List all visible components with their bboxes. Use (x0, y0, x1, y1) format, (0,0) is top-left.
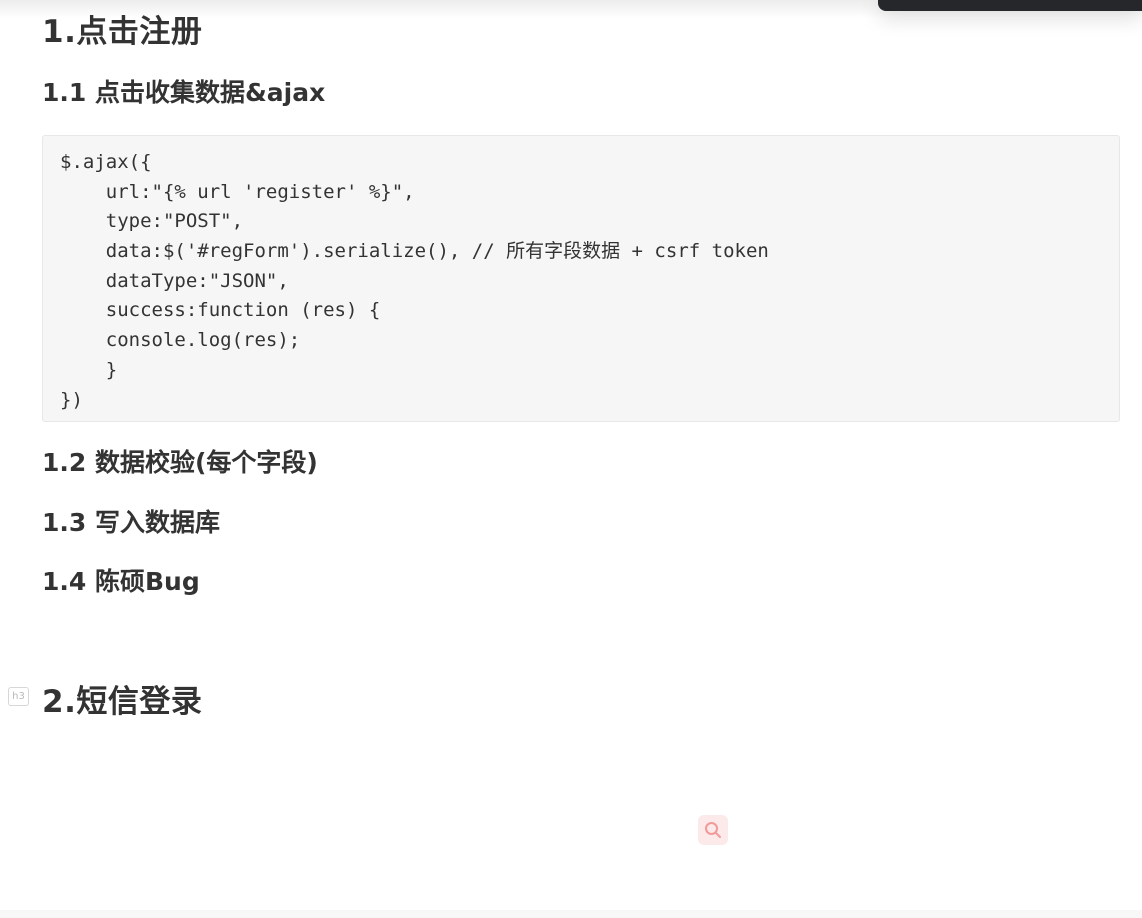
code-line: console.log(res); (60, 329, 301, 352)
floating-search-button[interactable] (698, 815, 728, 845)
search-icon (705, 822, 721, 838)
code-line: url:"{% url 'register' %}", (60, 180, 415, 203)
floating-toolbar-edge[interactable] (878, 0, 1142, 11)
code-line: }) (60, 388, 83, 411)
code-line: success:function (res) { (60, 299, 381, 322)
subsection-heading-write-db: 1.3 写入数据库 (42, 508, 220, 537)
code-line: dataType:"JSON", (60, 269, 289, 292)
code-block[interactable]: $.ajax({ url:"{% url 'register' %}", typ… (42, 135, 1120, 422)
heading-level-tag[interactable]: h3 (8, 687, 29, 706)
code-line: $.ajax({ (60, 151, 152, 173)
subsection-heading-bug: 1.4 陈硕Bug (42, 567, 200, 596)
code-line: type:"POST", (60, 210, 244, 233)
section-heading-sms-login: 2.短信登录 (42, 684, 203, 720)
code-lines: $.ajax({ url:"{% url 'register' %}", typ… (60, 148, 769, 415)
code-line: data:$('#regForm').serialize(), // 所有字段数… (60, 240, 769, 263)
section-heading-register: 1.点击注册 (42, 14, 203, 50)
bottom-edge (0, 910, 1142, 918)
code-line: } (60, 358, 118, 381)
subsection-heading-validation: 1.2 数据校验(每个字段) (42, 448, 318, 477)
subsection-heading-collect-ajax: 1.1 点击收集数据&ajax (42, 78, 326, 107)
